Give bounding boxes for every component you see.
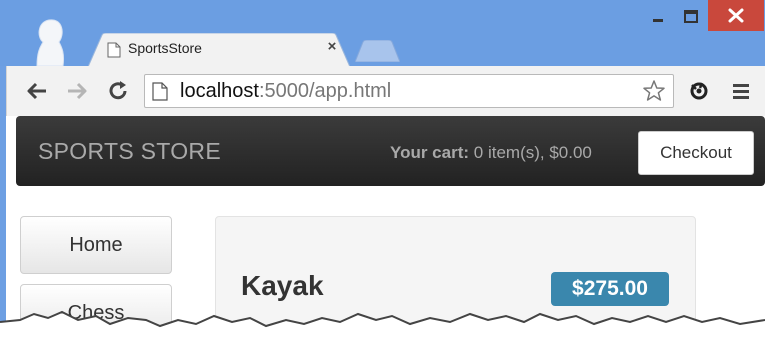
new-tab-button[interactable]	[355, 40, 400, 62]
tab-close-icon[interactable]: ×	[324, 39, 340, 55]
extension-icon[interactable]	[688, 80, 710, 102]
browser-window: SportsStore × localhost:5000/app.html SP…	[0, 0, 765, 346]
torn-paper-edge	[0, 310, 765, 346]
tab-title: SportsStore	[128, 40, 202, 56]
profile-icon[interactable]	[33, 14, 67, 66]
back-arrow-icon[interactable]	[26, 80, 48, 102]
hamburger-menu-icon[interactable]	[732, 82, 750, 100]
bookmark-star-icon[interactable]	[642, 79, 666, 103]
maximize-icon[interactable]	[681, 7, 701, 27]
category-button-home[interactable]: Home	[20, 216, 172, 274]
page-icon	[107, 42, 121, 58]
checkout-button[interactable]: Checkout	[638, 131, 754, 175]
reload-icon[interactable]	[107, 80, 129, 102]
window-close-button[interactable]	[708, 0, 764, 31]
store-brand[interactable]: SPORTS STORE	[38, 138, 221, 165]
page-info-icon[interactable]	[152, 82, 168, 101]
forward-arrow-icon[interactable]	[66, 80, 88, 102]
minimize-icon[interactable]	[648, 8, 668, 26]
url-text[interactable]: localhost:5000/app.html	[180, 80, 391, 103]
close-icon	[728, 8, 744, 23]
cart-summary: Your cart: 0 item(s), $0.00	[390, 143, 592, 162]
